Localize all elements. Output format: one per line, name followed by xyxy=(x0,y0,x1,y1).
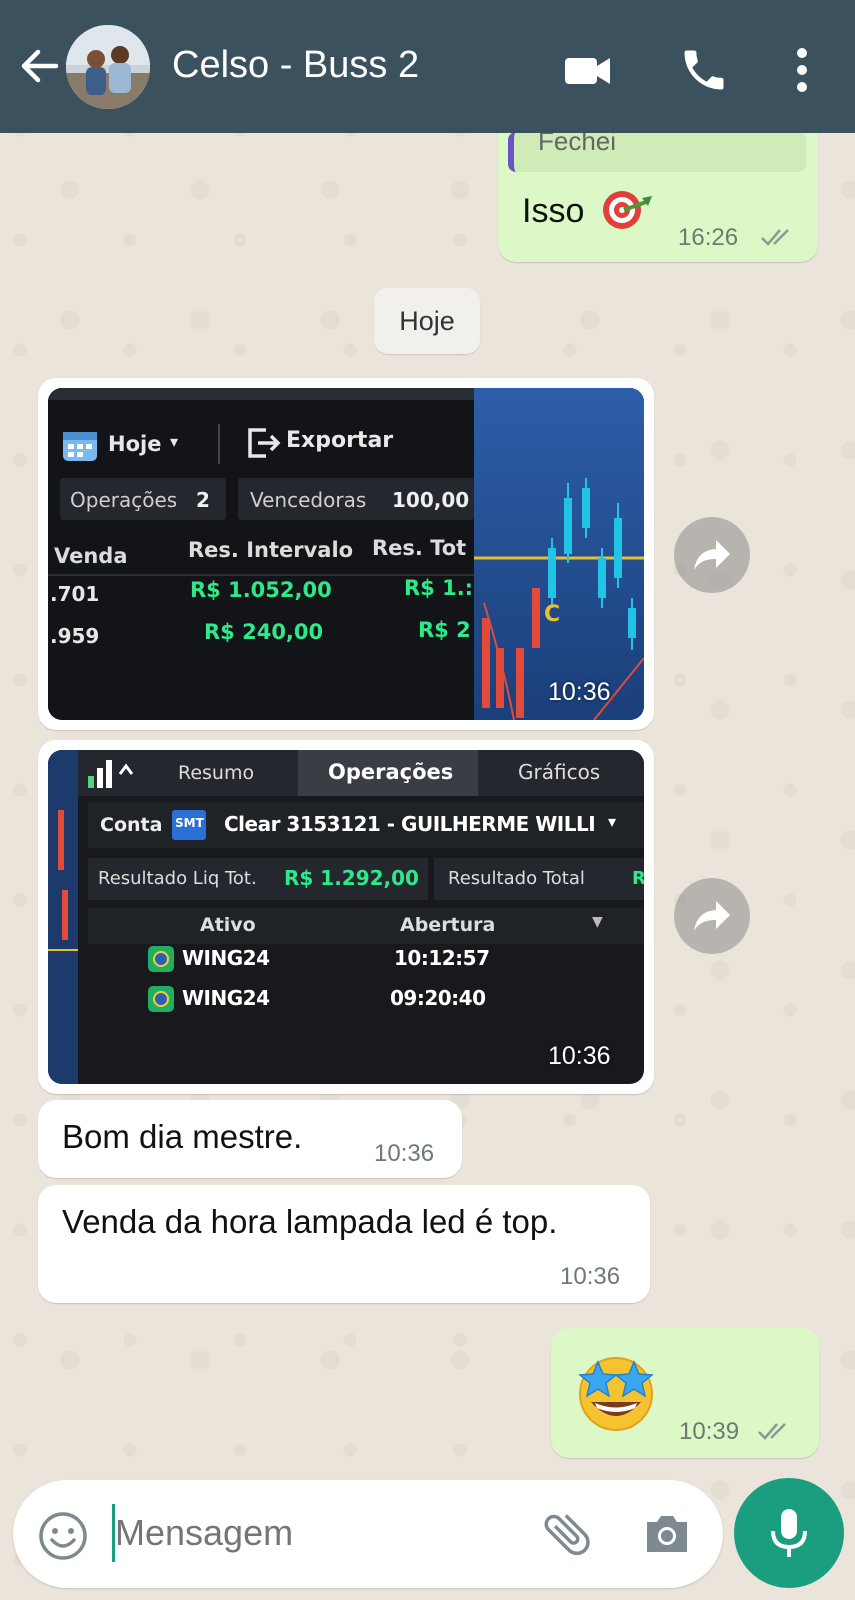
quoted-reply[interactable]: Fechei xyxy=(508,126,806,172)
export-icon xyxy=(248,428,281,458)
account-value: Clear 3153121 - GUILHERME WILLI xyxy=(224,812,596,836)
brazil-flag-icon xyxy=(148,986,174,1012)
broker-badge-text: SMT xyxy=(175,816,204,830)
trading-screenshot-image[interactable]: Hoje ▾ Exportar Operações 2 Vencedoras 1… xyxy=(48,388,644,720)
table-cell: R$ 2 xyxy=(418,618,471,642)
message-time: 10:39 xyxy=(679,1418,740,1445)
result-total-label: Resultado Total xyxy=(448,868,585,889)
broker-logo: SMT xyxy=(172,810,206,840)
message-time: 10:36 xyxy=(560,1263,621,1290)
message-time: 10:36 xyxy=(548,1042,611,1070)
account-label: Conta xyxy=(100,814,163,836)
column-header: Res. Tot xyxy=(372,536,467,560)
message-text: Venda da hora lampada led é top. xyxy=(62,1203,558,1240)
image-message[interactable]: Hoje ▾ Exportar Operações 2 Vencedoras 1… xyxy=(38,378,654,730)
export-label: Exportar xyxy=(286,428,394,453)
incoming-message[interactable]: Bom dia mestre. 10:36 xyxy=(38,1100,462,1178)
column-header: Abertura xyxy=(400,914,496,936)
ops-label: Operações xyxy=(70,488,178,512)
tab-resumo: Resumo xyxy=(178,762,255,784)
message-input[interactable] xyxy=(115,1502,515,1564)
table-header-row xyxy=(88,908,644,944)
chart-marker: C xyxy=(544,602,561,627)
phone-icon[interactable] xyxy=(678,44,730,96)
message-time: 16:26 xyxy=(678,224,739,251)
table-cell: R$ 1.052,00 xyxy=(190,578,332,602)
message-input-bar xyxy=(13,1480,723,1588)
mic-icon xyxy=(771,1509,807,1557)
forward-icon xyxy=(694,901,730,931)
column-header: Res. Intervalo xyxy=(188,538,354,562)
calendar-icon xyxy=(63,432,97,461)
avatar[interactable] xyxy=(66,25,150,109)
direct-hit-emoji xyxy=(603,191,652,229)
tab-graficos: Gráficos xyxy=(518,760,601,784)
result-label: Resultado Liq Tot. xyxy=(98,868,257,889)
chat-header: Celso - Buss 2 xyxy=(0,0,855,133)
more-vert-icon[interactable] xyxy=(780,44,824,96)
brazil-flag-icon xyxy=(148,946,174,972)
result-value: R$ 1.292,00 xyxy=(284,866,419,890)
ops-value: 2 xyxy=(196,488,210,512)
emoji-icon[interactable] xyxy=(37,1510,89,1562)
column-header: Venda xyxy=(54,544,128,568)
message-text: Bom dia mestre. xyxy=(62,1118,303,1155)
table-cell: .959 xyxy=(50,624,100,648)
table-cell: WING24 xyxy=(182,986,270,1010)
forward-icon xyxy=(694,540,730,570)
attach-icon[interactable] xyxy=(539,1506,595,1562)
divider xyxy=(218,424,220,464)
trading-screenshot-image[interactable]: Resumo Operações Gráficos Conta SMT Clea… xyxy=(48,750,644,1084)
forward-button[interactable] xyxy=(674,517,750,593)
period-select: Hoje xyxy=(108,432,162,456)
sort-icon: ▼ xyxy=(592,914,603,930)
date-chip: Hoje xyxy=(374,288,480,354)
image-message[interactable]: Resumo Operações Gráficos Conta SMT Clea… xyxy=(38,740,654,1094)
message-time: 10:36 xyxy=(548,678,611,706)
chevron-down-icon: ▾ xyxy=(170,432,179,451)
table-cell: 09:20:40 xyxy=(390,986,486,1010)
result-total-value: R xyxy=(632,868,644,889)
candlestick-chart: C xyxy=(474,388,644,720)
table-cell: WING24 xyxy=(182,946,270,970)
table-cell: 10:12:57 xyxy=(394,946,490,970)
column-header: Ativo xyxy=(200,914,256,936)
table-cell: R$ 1.: xyxy=(404,576,474,600)
back-arrow-icon[interactable] xyxy=(16,42,64,90)
chart-edge xyxy=(48,750,78,1084)
table-cell: .701 xyxy=(50,582,100,606)
forward-button[interactable] xyxy=(674,878,750,954)
message-time: 10:36 xyxy=(374,1140,435,1167)
contact-name[interactable]: Celso - Buss 2 xyxy=(172,44,419,87)
panel-top-bar xyxy=(48,388,474,400)
mic-button[interactable] xyxy=(734,1478,844,1588)
video-call-icon[interactable] xyxy=(562,44,614,96)
star-struck-emoji xyxy=(578,1357,654,1431)
double-check-icon xyxy=(758,1423,786,1440)
message-text: Isso xyxy=(522,192,585,230)
tab-operacoes: Operações xyxy=(328,760,454,784)
incoming-message[interactable]: Venda da hora lampada led é top. 10:36 xyxy=(38,1185,650,1303)
double-check-icon xyxy=(761,229,789,246)
outgoing-message[interactable]: 10:39 xyxy=(551,1328,819,1458)
camera-icon[interactable] xyxy=(641,1508,693,1560)
win-label: Vencedoras xyxy=(250,488,367,512)
chevron-down-icon: ▾ xyxy=(608,812,617,831)
signal-bars-icon xyxy=(88,760,134,788)
table-cell: R$ 240,00 xyxy=(204,620,324,644)
win-value: 100,00 xyxy=(392,488,470,512)
